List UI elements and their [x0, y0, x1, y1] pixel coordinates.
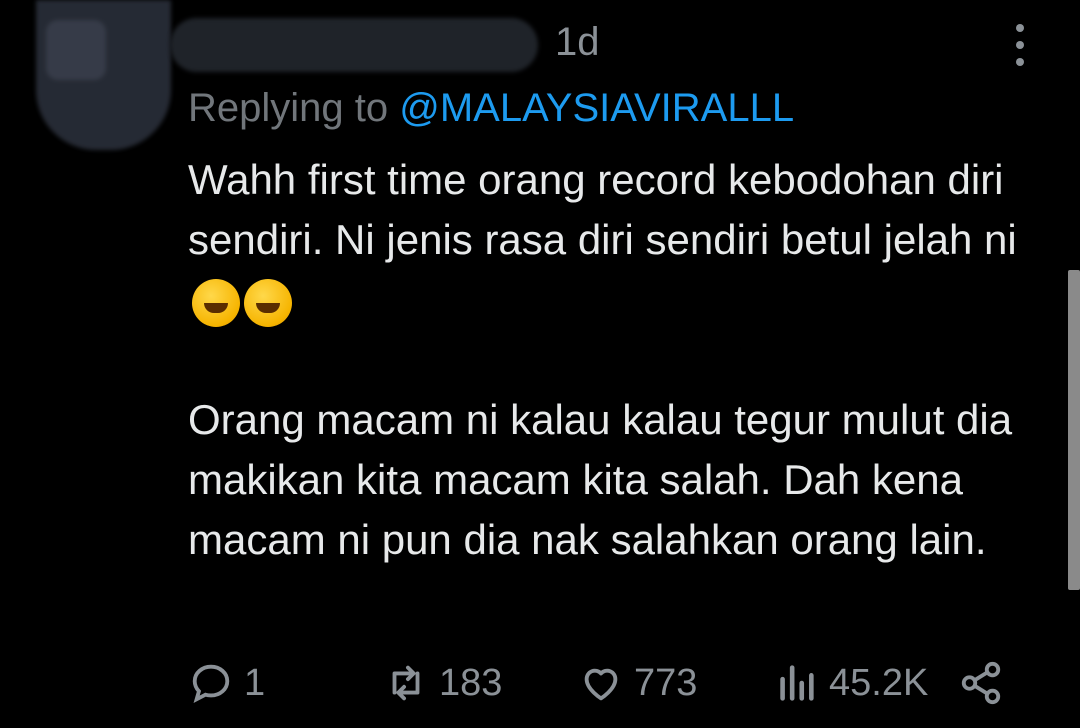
reply-icon: [192, 664, 230, 704]
avatar-blurred[interactable]: [36, 0, 171, 150]
replying-to: Replying to @MALAYSIAVIRALLL: [188, 86, 794, 131]
tweet-timestamp[interactable]: 1d: [555, 20, 600, 65]
share-icon: [961, 661, 1001, 705]
tweet-paragraph-1: Wahh first time orang record kebodohan d…: [188, 150, 1048, 330]
retweet-button[interactable]: 183: [383, 660, 502, 706]
username-blurred[interactable]: [170, 18, 538, 72]
tweet-actions-bar: 1 183 773 45.2K: [188, 660, 1008, 710]
retweet-icon: [392, 665, 420, 701]
scrollbar[interactable]: [1068, 270, 1080, 590]
rolling-laughing-emoji-icon: [192, 278, 240, 327]
views-chart-icon: [780, 665, 814, 701]
share-button[interactable]: [958, 660, 1004, 706]
tweet-paragraph-2: Orang macam ni kalau kalau tegur mulut d…: [188, 396, 1013, 563]
more-options-icon[interactable]: [1010, 20, 1030, 70]
like-count: 773: [634, 661, 698, 704]
reply-button[interactable]: 1: [188, 660, 265, 706]
tweet-body: Wahh first time orang record kebodohan d…: [188, 150, 1048, 570]
rolling-laughing-emoji-icon: [244, 278, 292, 327]
tweet-paragraph-1-text: Wahh first time orang record kebodohan d…: [188, 156, 1017, 263]
like-button[interactable]: 773: [578, 660, 697, 706]
retweet-count: 183: [439, 661, 503, 704]
heart-icon: [584, 668, 618, 701]
replying-to-label: Replying to: [188, 86, 400, 130]
views-button[interactable]: 45.2K: [773, 660, 928, 706]
reply-handle-link[interactable]: @MALAYSIAVIRALLL: [399, 86, 794, 130]
reply-count: 1: [244, 661, 266, 704]
views-count: 45.2K: [829, 661, 929, 704]
